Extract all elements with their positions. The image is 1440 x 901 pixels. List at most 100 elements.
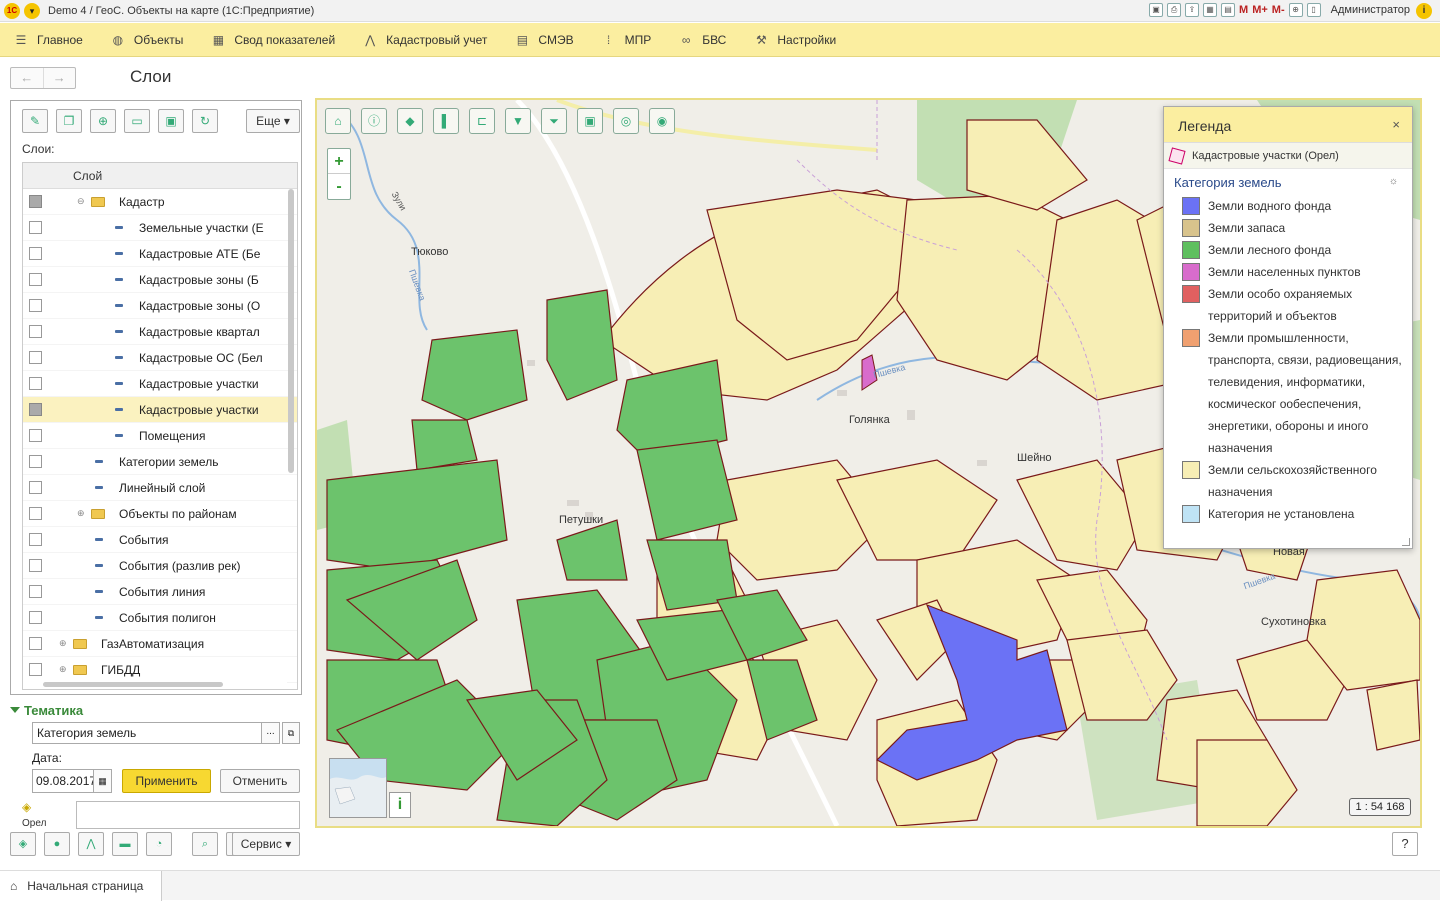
main-menu-icon[interactable]: ▾ <box>24 2 40 19</box>
panels-icon[interactable]: ▯ <box>1306 3 1321 17</box>
scroll-thumb[interactable] <box>43 682 223 687</box>
collapse-triangle-icon[interactable] <box>10 707 20 713</box>
print-icon[interactable]: ⎙ <box>1167 3 1182 17</box>
app-logo-icon[interactable]: 1С <box>4 2 20 19</box>
layer-checkbox[interactable] <box>29 325 42 338</box>
layer-checkbox[interactable] <box>29 559 42 572</box>
expander-icon[interactable]: ⊕ <box>59 664 67 675</box>
menu-item-bvs[interactable]: ∞ БВС <box>679 33 726 47</box>
tree-row[interactable]: Помещения <box>23 423 297 449</box>
service-button[interactable]: Сервис ▾ <box>232 832 300 856</box>
layer-checkbox[interactable] <box>29 585 42 598</box>
refresh-icon[interactable]: ↻ <box>192 109 218 133</box>
select-button[interactable]: ... <box>262 722 280 744</box>
menu-item-smev[interactable]: ▤ СМЭВ <box>515 33 574 47</box>
layer-checkbox[interactable] <box>29 481 42 494</box>
tree-row[interactable]: События линия <box>23 579 297 605</box>
tree-row[interactable]: Кадастровые квартал <box>23 319 297 345</box>
cancel-button[interactable]: Отменить <box>220 769 300 793</box>
zoom-in-button[interactable]: + <box>328 149 350 174</box>
thematic-field[interactable]: Категория земель <box>32 722 262 744</box>
date-field[interactable]: 09.08.2017 <box>32 769 94 793</box>
tree-row[interactable]: Кадастровые зоны (Б <box>23 267 297 293</box>
info-icon[interactable]: ⓘ <box>361 108 387 134</box>
copy-layer-icon[interactable]: ❐ <box>56 109 82 133</box>
tree-row[interactable]: Кадастровые ОС (Бел <box>23 345 297 371</box>
user-name[interactable]: Администратор <box>1331 4 1410 16</box>
layers-up-icon[interactable]: ◉ <box>649 108 675 134</box>
ruler-icon[interactable]: ▌ <box>433 108 459 134</box>
menu-item-mpr[interactable]: ⁞ МПР <box>602 33 651 47</box>
layer-checkbox[interactable] <box>29 455 42 468</box>
home-icon[interactable]: ⌂ <box>325 108 351 134</box>
help-button[interactable]: ? <box>1392 832 1418 856</box>
tree-row[interactable]: Земельные участки (Е <box>23 215 297 241</box>
memory-minus-button[interactable]: M- <box>1272 4 1285 16</box>
search-icon[interactable]: ⌕ <box>192 832 218 856</box>
layers-icon[interactable]: ◈ <box>10 832 36 856</box>
memory-plus-button[interactable]: M+ <box>1252 4 1268 16</box>
tab-home[interactable]: ⌂ Начальная страница <box>0 871 162 901</box>
tree-row[interactable]: Категории земель <box>23 449 297 475</box>
horizontal-scrollbar[interactable] <box>23 679 287 689</box>
filter-icon[interactable]: ▼ <box>505 108 531 134</box>
add-layer-icon[interactable]: ⊕ <box>90 109 116 133</box>
tree-row[interactable]: ⊕ ГазАвтоматизация <box>23 631 297 657</box>
tree-row[interactable]: Кадастровые участки <box>23 397 297 423</box>
layer-checkbox[interactable] <box>29 429 42 442</box>
legend-header[interactable]: Легенда × <box>1164 107 1412 143</box>
layer-checkbox[interactable] <box>29 247 42 260</box>
bus-icon[interactable]: ▬ <box>112 832 138 856</box>
tree-row[interactable]: Кадастровые АТЕ (Бе <box>23 241 297 267</box>
memory-m-button[interactable]: M <box>1239 4 1248 16</box>
tree-row[interactable]: ⊕ Объекты по районам <box>23 501 297 527</box>
open-icon[interactable]: ⧉ <box>282 722 300 744</box>
layer-checkbox[interactable] <box>29 299 42 312</box>
tree-row[interactable]: Кадастровые участки <box>23 371 297 397</box>
layer-checkbox[interactable] <box>29 637 42 650</box>
layer-checkbox[interactable] <box>29 611 42 624</box>
compass-icon[interactable]: ⋀ <box>78 832 104 856</box>
calculator-icon[interactable]: ▦ <box>1203 3 1218 17</box>
attach-icon[interactable]: ⇪ <box>1185 3 1200 17</box>
overview-map[interactable] <box>329 758 387 818</box>
layers-down-icon[interactable]: ◎ <box>613 108 639 134</box>
scroll-thumb[interactable] <box>288 189 294 473</box>
tree-row[interactable]: События <box>23 527 297 553</box>
menu-item-cadastre[interactable]: ⋀ Кадастровый учет <box>363 33 487 47</box>
forward-arrow-icon[interactable]: → <box>44 68 76 88</box>
more-button[interactable]: Еще ▾ <box>246 109 300 133</box>
tree-row[interactable]: Линейный слой <box>23 475 297 501</box>
apply-button[interactable]: Применить <box>122 769 211 793</box>
menu-item-objects[interactable]: ◍ Объекты <box>111 33 184 47</box>
info-button[interactable]: i <box>389 792 411 818</box>
select-region-icon[interactable]: ▣ <box>577 108 603 134</box>
layer-checkbox[interactable] <box>29 403 42 416</box>
close-icon[interactable]: × <box>1392 117 1400 132</box>
resize-grip-icon[interactable] <box>1402 538 1410 546</box>
layer-checkbox[interactable] <box>29 663 42 676</box>
layer-checkbox[interactable] <box>29 221 42 234</box>
zoom-out-button[interactable]: - <box>328 174 350 199</box>
tree-row[interactable]: События полигон <box>23 605 297 631</box>
save-icon[interactable]: ▣ <box>1149 3 1164 17</box>
menu-item-main[interactable]: ☰ Главное <box>14 33 83 47</box>
area-measure-icon[interactable]: ⊏ <box>469 108 495 134</box>
pan-icon[interactable]: ◆ <box>397 108 423 134</box>
calendar-icon[interactable]: ▦ <box>94 769 112 793</box>
pie-icon[interactable]: ◔ <box>146 832 172 856</box>
calendar-icon[interactable]: ▤ <box>1221 3 1236 17</box>
expander-icon[interactable]: ⊕ <box>77 508 85 519</box>
layer-checkbox[interactable] <box>29 195 42 208</box>
funnel-icon[interactable]: ⏷ <box>541 108 567 134</box>
edit-layer-icon[interactable]: ✎ <box>22 109 48 133</box>
add-folder-icon[interactable]: ▭ <box>124 109 150 133</box>
info-icon[interactable]: i <box>1416 3 1432 19</box>
vertical-scrollbar[interactable] <box>287 189 295 685</box>
save-layer-icon[interactable]: ▣ <box>158 109 184 133</box>
layer-checkbox[interactable] <box>29 507 42 520</box>
tree-row[interactable]: События (разлив рек) <box>23 553 297 579</box>
tree-column-header[interactable]: Слой <box>23 163 297 189</box>
layer-checkbox[interactable] <box>29 533 42 546</box>
tile-area[interactable] <box>76 801 300 829</box>
